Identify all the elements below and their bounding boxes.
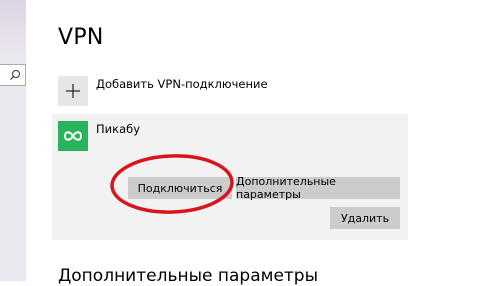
plus-icon	[66, 84, 80, 98]
advanced-options-button[interactable]: Дополнительные параметры	[236, 175, 400, 201]
settings-sidebar	[0, 0, 26, 281]
search-icon	[10, 70, 20, 80]
section-heading: Дополнительные параметры	[58, 266, 319, 286]
delete-button[interactable]: Удалить	[330, 207, 400, 229]
search-input[interactable]	[0, 64, 26, 86]
connect-button[interactable]: Подключиться	[128, 177, 232, 199]
vpn-connection-icon	[58, 121, 88, 151]
page-title: VPN	[58, 25, 104, 50]
add-vpn-label[interactable]: Добавить VPN-подключение	[96, 77, 268, 91]
add-vpn-button[interactable]	[58, 76, 88, 106]
vpn-connection-name: Пикабу	[96, 122, 141, 136]
sidebar-header	[0, 0, 26, 60]
